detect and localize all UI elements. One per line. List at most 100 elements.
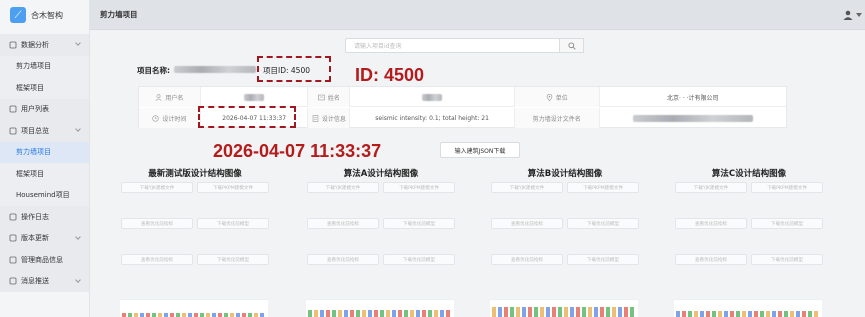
optimization-row: 查看优化前指标 下载优化前模型 [490, 254, 640, 265]
preview-mark [206, 313, 210, 317]
sidebar-item-4[interactable]: 项目总览 [0, 120, 89, 142]
download-pkpm-button[interactable]: 下载PKPM建模文件 [751, 182, 823, 193]
sidebar-item-2[interactable]: 框架项目 [0, 77, 89, 99]
chevron-down-icon [75, 126, 81, 132]
structure-preview-image[interactable] [674, 299, 822, 317]
model-download-row: 下载YJK建模文件 下载PKPM建模文件 [490, 182, 640, 193]
view-pre-opt-metrics-button[interactable]: 查看优化前指标 [491, 254, 563, 265]
download-yjk-button[interactable]: 下载YJK建模文件 [675, 182, 747, 193]
download-pkpm-button[interactable]: 下载PKPM建模文件 [383, 182, 455, 193]
preview-mark [570, 307, 574, 317]
view-pre-opt-metrics-button[interactable]: 查看优化前指标 [307, 218, 379, 229]
logo[interactable]: ⟋ 合木智构 [0, 0, 89, 30]
download-pre-opt-model-button[interactable]: 下载优化前模型 [567, 218, 639, 229]
preview-mark [540, 307, 544, 317]
sidebar-item-8[interactable]: 操作日志 [0, 206, 89, 228]
preview-mark [760, 311, 764, 317]
preview-mark [576, 307, 580, 317]
preview-mark [736, 311, 740, 317]
sidebar-item-9[interactable]: 版本更新 [0, 227, 89, 249]
user-icon [9, 105, 17, 113]
preview-mark [700, 311, 704, 317]
top-header: 剪力墙项目 [90, 0, 865, 30]
preview-mark [428, 310, 432, 317]
sidebar-item-1[interactable]: 剪力墙项目 [0, 55, 89, 77]
download-pre-opt-model-button[interactable]: 下载优化前模型 [751, 218, 823, 229]
preview-mark [802, 311, 806, 317]
design-info-label-cell: 设计信息 [308, 108, 351, 128]
preview-mark [236, 313, 240, 317]
download-yjk-button[interactable]: 下载YJK建模文件 [121, 182, 193, 193]
sidebar-item-0[interactable]: 数据分析 [0, 34, 89, 56]
preview-mark [194, 313, 198, 317]
chart-icon [9, 41, 17, 49]
preview-mark [158, 313, 162, 317]
search-button[interactable] [560, 38, 584, 53]
download-building-json-button[interactable]: 输入建筑JSON下载 [440, 142, 520, 158]
preview-mark [368, 310, 372, 317]
preview-mark [176, 313, 180, 317]
structure-preview-image[interactable] [120, 299, 268, 317]
download-pre-opt-model-button[interactable]: 下载优化前模型 [567, 254, 639, 265]
preview-mark [706, 311, 710, 317]
main-content: 请输入项目id查询 项目名称: 项目ID: 4500 ID: 4500 用户名 … [90, 30, 865, 317]
download-pkpm-button[interactable]: 下载PKPM建模文件 [567, 182, 639, 193]
sidebar-item-5[interactable]: 剪力墙项目 [0, 141, 89, 163]
preview-mark [814, 311, 818, 317]
sidebar-item-6[interactable]: 框架项目 [0, 163, 89, 185]
view-pre-opt-metrics-button[interactable]: 查看优化前指标 [121, 254, 193, 265]
user-avatar-icon[interactable] [843, 10, 853, 20]
sidebar-item-label: Housemind项目 [16, 191, 70, 200]
model-download-row: 下载YJK建模文件 下载PKPM建模文件 [674, 182, 824, 193]
sidebar-item-7[interactable]: Housemind项目 [0, 184, 89, 206]
preview-mark [422, 310, 426, 317]
preview-mark [682, 311, 686, 317]
download-pre-opt-model-button[interactable]: 下载优化前模型 [383, 254, 455, 265]
preview-mark [546, 307, 550, 317]
structure-preview-image[interactable] [490, 299, 638, 317]
preview-mark [694, 311, 698, 317]
sidebar-item-11[interactable]: 消息推送 [0, 270, 89, 292]
view-pre-opt-metrics-button[interactable]: 查看优化前指标 [491, 218, 563, 229]
sidebar-item-label: 管理商品信息 [21, 255, 63, 264]
clock-icon [152, 114, 159, 122]
location-icon [546, 93, 552, 101]
preview-mark [748, 311, 752, 317]
design-time-label-cell: 设计时间 [139, 108, 201, 128]
sidebar-item-3[interactable]: 用户列表 [0, 98, 89, 120]
structure-preview-image[interactable] [306, 299, 454, 317]
view-pre-opt-metrics-button[interactable]: 查看优化前指标 [307, 254, 379, 265]
preview-mark [344, 310, 348, 317]
preview-mark [308, 310, 312, 317]
download-pre-opt-model-button[interactable]: 下载优化前模型 [751, 254, 823, 265]
preview-mark [624, 307, 628, 317]
username-value-cell [201, 87, 309, 107]
preview-mark [534, 307, 538, 317]
download-pkpm-button[interactable]: 下载PKPM建模文件 [197, 182, 269, 193]
preview-mark [772, 311, 776, 317]
view-pre-opt-metrics-button[interactable]: 查看优化前指标 [675, 218, 747, 229]
download-pre-opt-model-button[interactable]: 下载优化前模型 [197, 218, 269, 229]
preview-mark [260, 313, 264, 317]
user-menu-caret-icon[interactable] [856, 13, 862, 17]
sidebar-item-10[interactable]: 管理商品信息 [0, 249, 89, 271]
preview-mark [676, 311, 680, 317]
preview-mark [254, 313, 258, 317]
download-pre-opt-model-button[interactable]: 下载优化前模型 [383, 218, 455, 229]
sidebar-item-label: 数据分析 [21, 40, 49, 49]
result-column: 算法A设计结构图像 下载YJK建模文件 下载PKPM建模文件 查看优化前指标 下载优化前… [306, 167, 456, 265]
preview-mark [242, 313, 246, 317]
preview-mark [230, 313, 234, 317]
preview-mark [724, 311, 728, 317]
user-icon [155, 93, 162, 101]
download-pre-opt-model-button[interactable]: 下载优化前模型 [197, 254, 269, 265]
view-pre-opt-metrics-button[interactable]: 查看优化前指标 [675, 254, 747, 265]
view-pre-opt-metrics-button[interactable]: 查看优化前指标 [121, 218, 193, 229]
chevron-down-icon [75, 233, 81, 240]
sidebar: ⟋ 合木智构 数据分析 剪力墙项目 框架项目 用户列表 项目总览 剪力墙项目 框架项目 Hou… [0, 0, 90, 317]
design-time-annotation: 2026-04-07 11:33:37 [213, 141, 382, 161]
download-yjk-button[interactable]: 下载YJK建模文件 [491, 182, 563, 193]
search-input[interactable]: 请输入项目id查询 [345, 38, 560, 53]
sidebar-item-label: 剪力墙项目 [16, 148, 51, 157]
download-yjk-button[interactable]: 下载YJK建模文件 [307, 182, 379, 193]
